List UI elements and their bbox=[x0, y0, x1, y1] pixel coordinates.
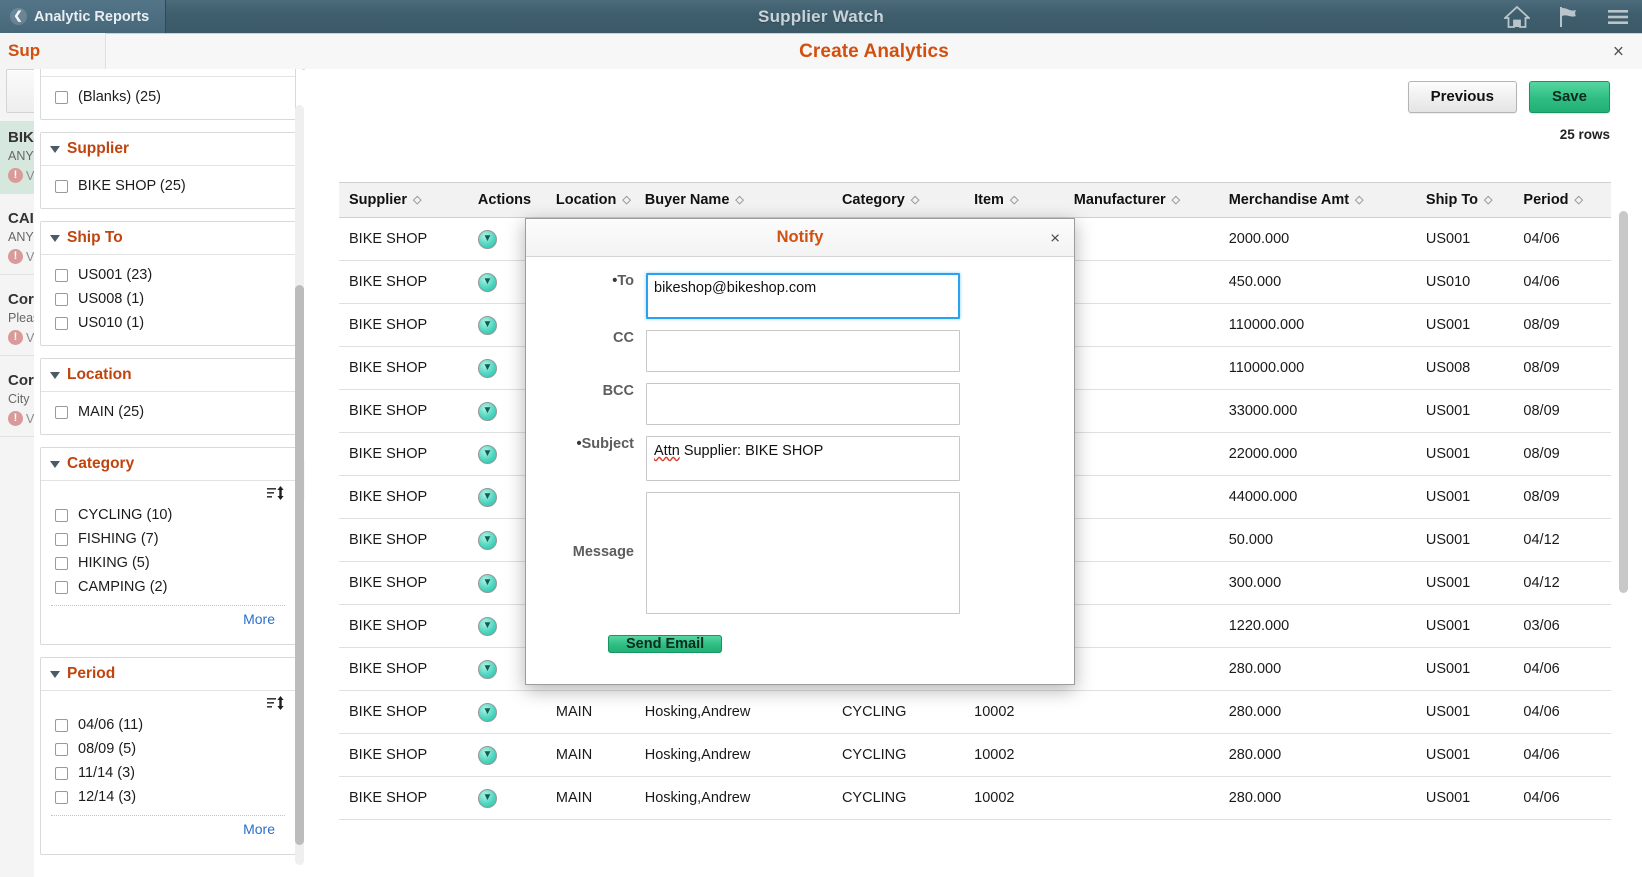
banner-icon-group bbox=[1504, 0, 1630, 33]
flag-icon[interactable] bbox=[1556, 5, 1580, 29]
subject-field-label: •Subject bbox=[576, 436, 634, 452]
field-row-cc: CC bbox=[550, 330, 1050, 372]
cc-field-label: CC bbox=[613, 330, 634, 346]
field-row-message: Message bbox=[550, 492, 1050, 614]
bcc-field-label: BCC bbox=[602, 383, 634, 399]
notify-dialog-body: •To CC BCC •Subject Attn Supplier: BIKE … bbox=[526, 257, 1074, 659]
to-field-label: •To bbox=[612, 273, 634, 289]
subject-rest-text: Supplier: BIKE SHOP bbox=[679, 443, 824, 459]
home-icon[interactable] bbox=[1504, 5, 1530, 29]
notify-dialog: Notify × •To CC BCC •Subject Attn Suppli… bbox=[525, 218, 1075, 685]
close-notify-dialog-icon[interactable]: × bbox=[1050, 229, 1060, 246]
notify-dialog-title: Notify bbox=[776, 228, 824, 246]
bcc-field[interactable] bbox=[646, 383, 960, 425]
send-row: Send Email bbox=[550, 625, 1050, 659]
send-email-button[interactable]: Send Email bbox=[608, 635, 723, 653]
subject-field[interactable]: Attn Supplier: BIKE SHOP bbox=[646, 436, 960, 481]
message-field[interactable] bbox=[646, 492, 960, 614]
cc-field[interactable] bbox=[646, 330, 960, 372]
subject-misspelled-word: Attn bbox=[654, 443, 680, 459]
field-row-bcc: BCC bbox=[550, 383, 1050, 425]
to-field[interactable] bbox=[646, 273, 960, 319]
field-row-to: •To bbox=[550, 273, 1050, 319]
message-field-label: Message bbox=[572, 544, 634, 560]
field-row-subject: •Subject Attn Supplier: BIKE SHOP bbox=[550, 436, 1050, 481]
hamburger-menu-icon[interactable] bbox=[1606, 7, 1630, 27]
notify-dialog-header: Notify × bbox=[526, 219, 1074, 257]
notify-modal-overlay: Notify × •To CC BCC •Subject Attn Suppli… bbox=[0, 0, 1642, 877]
